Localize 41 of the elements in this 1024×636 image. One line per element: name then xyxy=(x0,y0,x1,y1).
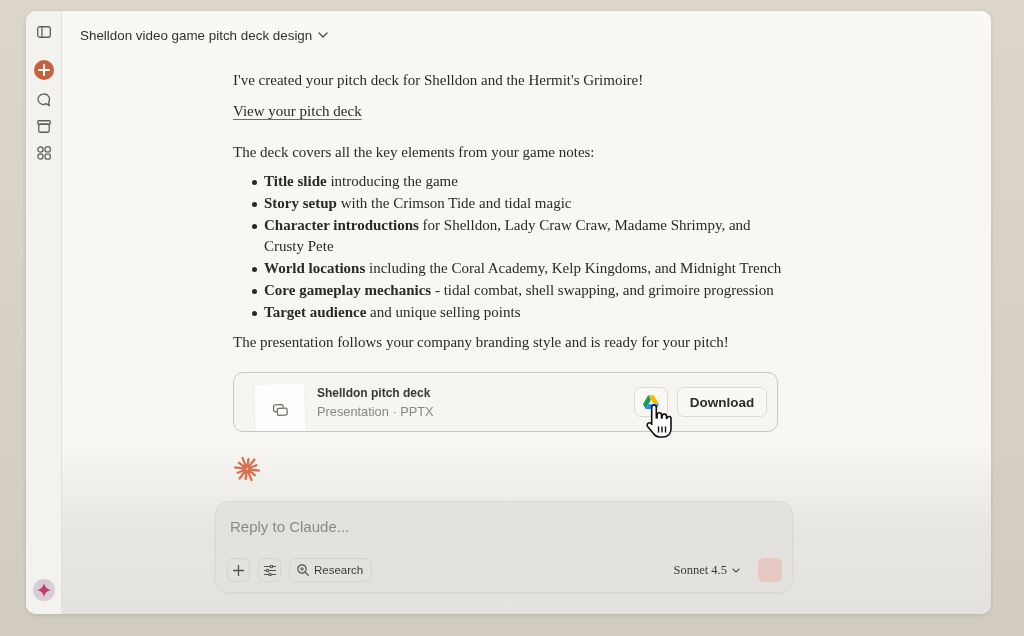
stacked-pages-icon xyxy=(272,403,288,417)
starburst-icon xyxy=(233,455,261,483)
model-selector[interactable]: Sonnet 4.5 xyxy=(671,560,742,580)
add-button[interactable] xyxy=(227,558,250,582)
bullet-icon xyxy=(252,311,257,316)
save-to-drive-button[interactable] xyxy=(634,387,668,417)
pitch-deck-link[interactable]: View your pitch deck xyxy=(233,103,362,119)
reply-box[interactable]: Reply to Claude... Research Sonnet 4.5 xyxy=(215,501,793,593)
research-button[interactable]: Research xyxy=(289,558,373,582)
file-card[interactable]: Shelldon pitch deck Presentation · PPTX Download xyxy=(233,372,778,432)
bullet-icon xyxy=(252,202,257,207)
search-icon xyxy=(297,564,309,576)
tools-button[interactable] xyxy=(258,558,281,582)
shapes-grid-icon[interactable] xyxy=(36,146,51,160)
hand-cursor-icon xyxy=(645,403,675,439)
list-item-text: Story setup with the Crimson Tide and tidal magic xyxy=(264,194,573,213)
avatar-icon[interactable] xyxy=(32,579,55,601)
message-text: The presentation follows your company branding style and is ready for your pitch! xyxy=(233,333,730,352)
list-item-text: Core gameplay mechanics - tidal combat, shell swapping, and grimoire progression xyxy=(264,281,775,300)
list-item-text: Title slide introducing the game xyxy=(264,172,459,191)
list-item-text: Target audience and unique selling points xyxy=(264,303,522,322)
bullet-icon xyxy=(252,267,257,272)
download-button[interactable]: Download xyxy=(677,387,767,417)
message-text: The deck covers all the key elements from your game notes: xyxy=(233,143,596,162)
caret-icon xyxy=(732,567,740,573)
file-title: Shelldon pitch deck xyxy=(317,385,431,401)
bullet-icon xyxy=(252,180,257,185)
chat-title-button[interactable]: Shelldon video game pitch deck design xyxy=(80,25,329,45)
bullet-icon xyxy=(252,224,257,229)
chat-bubble-icon[interactable] xyxy=(36,93,51,107)
caret-icon xyxy=(318,32,329,38)
plus-icon xyxy=(233,564,244,576)
sidebar-toggle-icon[interactable] xyxy=(36,26,51,38)
list-item-text: World locations including the Coral Academy, Kelp Kingdoms, and Midnight Trench xyxy=(264,259,783,278)
message-text: I've created your pitch deck for Shelldon and the Hermit's Grimoire! xyxy=(233,71,645,90)
archive-box-icon[interactable] xyxy=(36,120,51,133)
sliders-icon xyxy=(263,564,276,576)
bullet-icon xyxy=(252,289,257,294)
plus-circle-icon[interactable] xyxy=(33,60,54,80)
reply-input[interactable]: Reply to Claude... xyxy=(227,514,782,538)
file-type-text: Presentation · PPTX xyxy=(317,403,434,419)
